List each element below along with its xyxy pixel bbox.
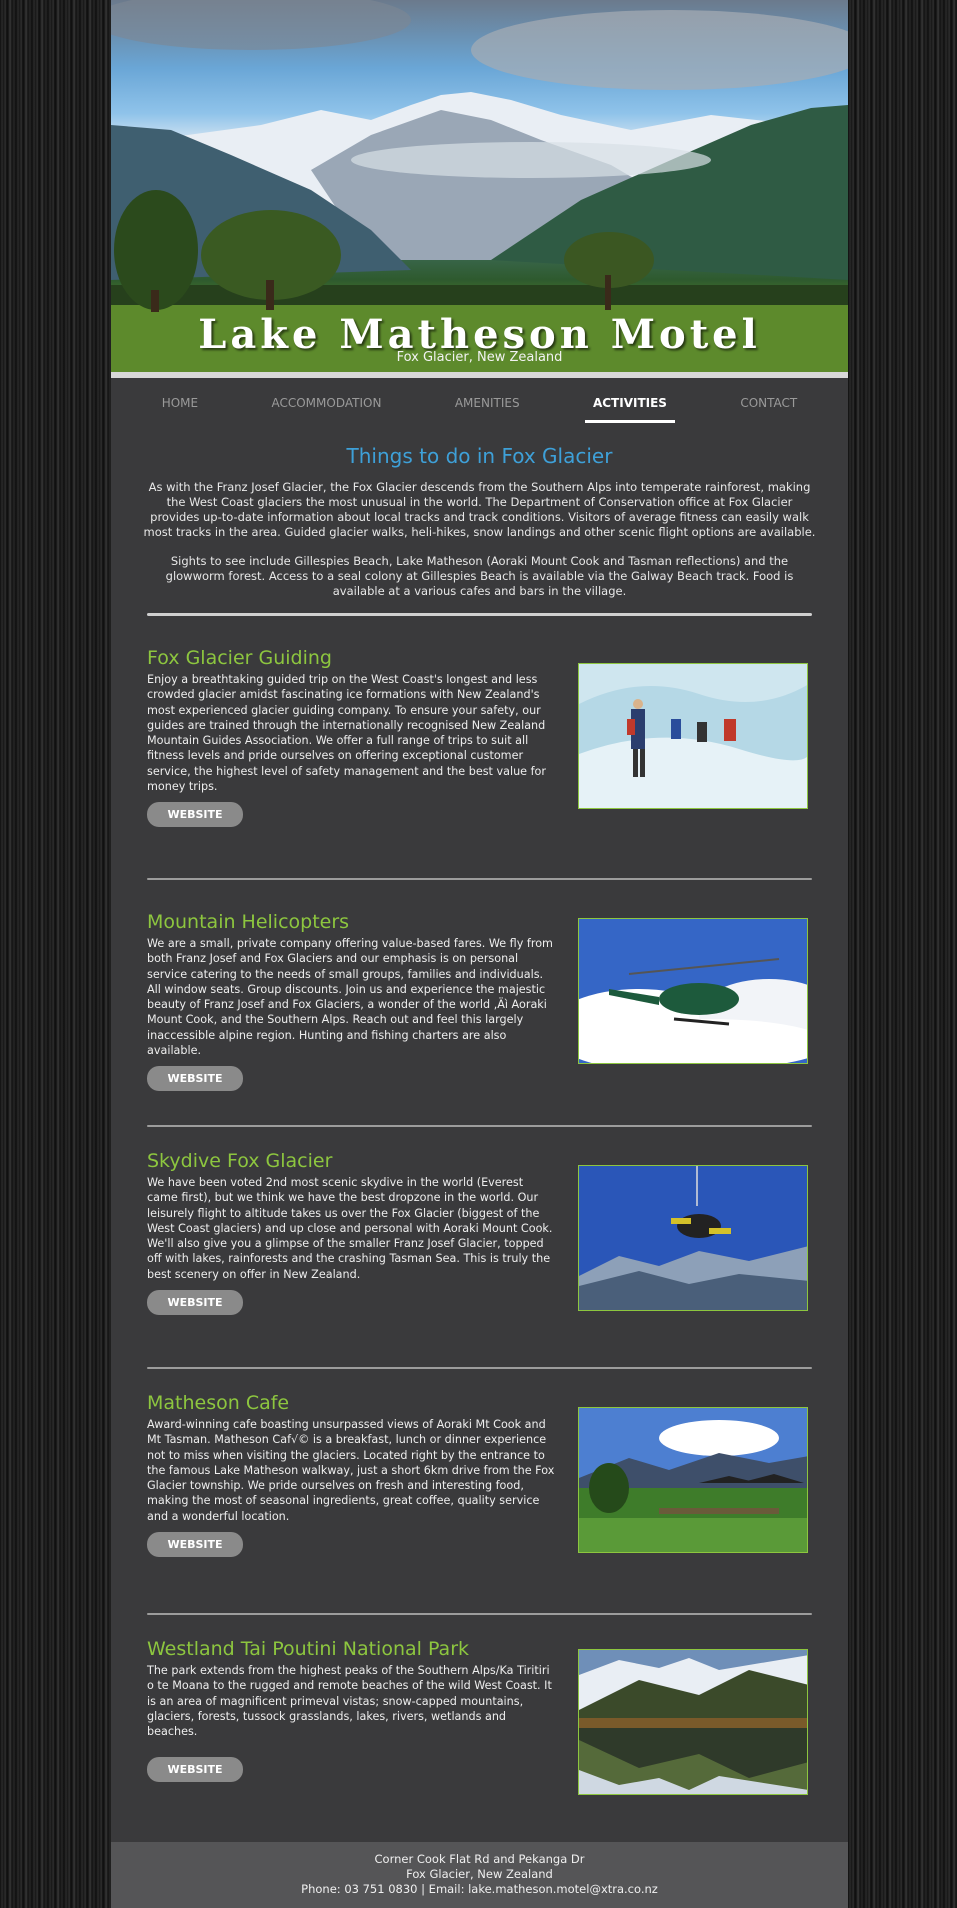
skydive-photo: [578, 1165, 808, 1311]
intro-paragraph-2: Sights to see include Gillespies Beach, …: [165, 554, 794, 598]
activity-mountain-helicopters: Mountain Helicopters We are a small, pri…: [111, 910, 848, 1122]
nav-amenities[interactable]: AMENITIES: [447, 392, 528, 414]
site-subtitle: Fox Glacier, New Zealand: [396, 350, 563, 365]
left-wood-panel: [0, 0, 111, 1908]
intro-paragraph-1: As with the Franz Josef Glacier, the Fox…: [143, 480, 816, 539]
helicopter-photo: [578, 918, 808, 1064]
page-footer: Corner Cook Flat Rd and Pekanga Dr Fox G…: [111, 1842, 848, 1908]
website-button[interactable]: WEBSITE: [147, 1532, 243, 1558]
website-button[interactable]: WEBSITE: [147, 802, 243, 828]
activity-description: Enjoy a breathtaking guided trip on the …: [147, 673, 546, 794]
activity-description: Award-winning cafe boasting unsurpassed …: [147, 1418, 555, 1523]
activity-fox-glacier-guiding: Fox Glacier Guiding Enjoy a breathtaking…: [111, 646, 848, 854]
footer-address-line-2: Fox Glacier, New Zealand: [406, 1867, 553, 1881]
activity-description: We are a small, private company offering…: [147, 937, 553, 1058]
nav-home[interactable]: HOME: [154, 392, 206, 414]
activity-description: The park extends from the highest peaks …: [147, 1664, 552, 1739]
website-button[interactable]: WEBSITE: [147, 1757, 243, 1783]
footer-address-line-1: Corner Cook Flat Rd and Pekanga Dr: [374, 1852, 585, 1866]
page-container: Lake Matheson Motel Fox Glacier, New Zea…: [111, 0, 848, 1908]
right-wood-panel: [848, 0, 957, 1908]
footer-contact[interactable]: Phone: 03 751 0830 | Email: lake.matheso…: [111, 1882, 848, 1897]
page-title: Things to do in Fox Glacier: [346, 444, 613, 468]
website-button[interactable]: WEBSITE: [147, 1290, 243, 1316]
activity-matheson-cafe: Matheson Cafe Award-winning cafe boastin…: [111, 1391, 848, 1601]
activity-westland-national-park: Westland Tai Poutini National Park The p…: [111, 1637, 848, 1837]
header-banner: Lake Matheson Motel Fox Glacier, New Zea…: [111, 0, 848, 378]
section-divider: [147, 1613, 812, 1615]
glacier-guiding-photo: [578, 663, 808, 809]
cafe-photo: [578, 1407, 808, 1553]
section-divider: [147, 1367, 812, 1369]
main-navigation: HOME ACCOMMODATION AMENITIES ACTIVITIES …: [111, 378, 848, 428]
nav-accommodation[interactable]: ACCOMMODATION: [263, 392, 389, 414]
section-divider: [147, 1125, 812, 1127]
activity-description: We have been voted 2nd most scenic skydi…: [147, 1176, 553, 1281]
website-button[interactable]: WEBSITE: [147, 1066, 243, 1092]
intro-section: Things to do in Fox Glacier As with the …: [111, 444, 848, 599]
activity-skydive-fox-glacier: Skydive Fox Glacier We have been voted 2…: [111, 1149, 848, 1359]
national-park-photo: [578, 1649, 808, 1795]
section-divider: [147, 878, 812, 880]
nav-activities[interactable]: ACTIVITIES: [584, 392, 675, 423]
nav-contact[interactable]: CONTACT: [732, 392, 805, 414]
section-divider: [147, 613, 812, 616]
